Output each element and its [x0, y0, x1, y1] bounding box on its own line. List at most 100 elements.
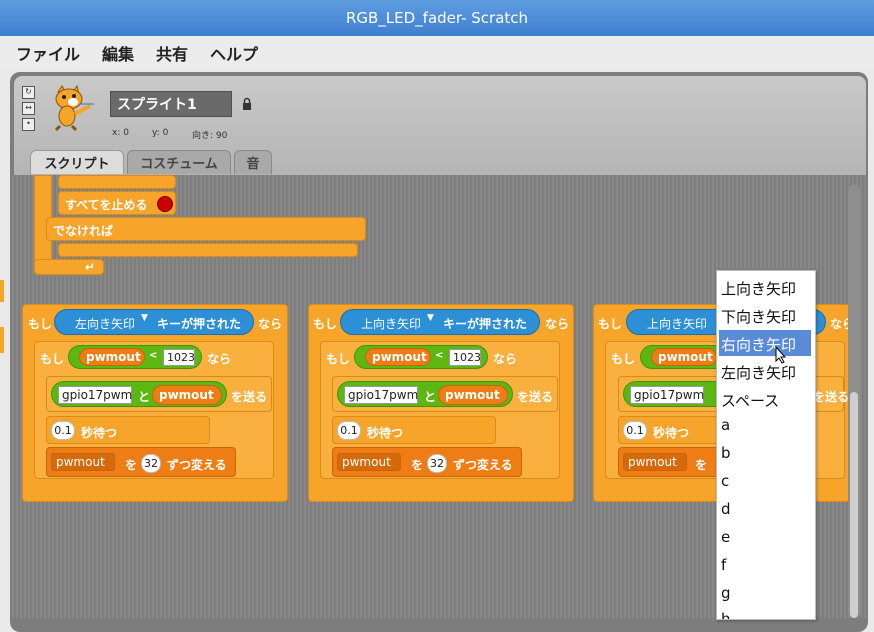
dropdown-item[interactable]: f	[721, 556, 726, 574]
loop-arrow-icon: ↵	[85, 260, 96, 274]
menu-file[interactable]: ファイル	[16, 41, 80, 65]
dropdown-item[interactable]: g	[721, 584, 731, 602]
dropdown-item[interactable]: d	[721, 500, 731, 518]
else-block[interactable]: でなければ	[46, 217, 366, 241]
sprite-direction-readout: 向き: 90	[192, 131, 228, 141]
key-dropdown[interactable]: 左向き矢印	[75, 315, 135, 332]
lt-label: <	[149, 350, 158, 361]
wait-block[interactable]: 0.1 秒待つ	[46, 416, 210, 444]
change-suffix-label: ずつ変える	[167, 458, 227, 472]
dropdown-item[interactable]: 左向き矢印	[721, 362, 796, 383]
else-inner-slot	[58, 243, 358, 257]
pwmout-reporter[interactable]: pwmout	[365, 348, 431, 366]
wait-seconds-input[interactable]: 0.1	[337, 421, 361, 440]
variable-dropdown[interactable]: pwmout	[337, 453, 401, 471]
pwmout-reporter[interactable]: pwmout	[651, 348, 717, 366]
change-by-label: を	[125, 458, 138, 472]
lock-icon[interactable]	[242, 97, 252, 113]
dropdown-item[interactable]: スペース	[721, 390, 779, 411]
and-label: と	[138, 390, 151, 404]
tab-scripts[interactable]: スクリプト	[30, 150, 124, 174]
tab-sounds[interactable]: 音	[234, 150, 272, 174]
left-right-flip-icon[interactable]: ↔	[22, 102, 35, 115]
sprite-cat-thumbnail[interactable]	[46, 84, 94, 132]
stop-all-block[interactable]: すべてを止める	[58, 191, 176, 215]
change-value-input[interactable]: 32	[141, 454, 161, 473]
pwmout-reporter[interactable]: pwmout	[438, 385, 508, 405]
chevron-down-icon: ▼	[141, 313, 148, 323]
broadcast-block[interactable]: gpio17pwm と pwmout を送る	[332, 376, 558, 412]
then-label: なら	[258, 317, 283, 331]
if-else-block-bottom[interactable]: ↵	[34, 259, 104, 275]
lt-label: <	[435, 350, 444, 361]
dropdown-item[interactable]: 下向き矢印	[721, 306, 796, 327]
pwmout-label: pwmout	[445, 388, 500, 402]
pwmout-reporter[interactable]: pwmout	[79, 348, 145, 366]
limit-input[interactable]: 1023	[449, 349, 481, 366]
change-by-label: を	[695, 458, 708, 472]
pwmout-label: pwmout	[342, 455, 391, 469]
wait-label: 秒待つ	[653, 426, 690, 440]
pwmout-label: pwmout	[159, 388, 214, 402]
send-label: を送る	[813, 390, 850, 404]
pwmout-label: pwmout	[628, 455, 677, 469]
sprite-name-field[interactable]: スプライト1	[110, 91, 232, 117]
scripts-scrollbar-thumb[interactable]	[850, 392, 858, 618]
key-dropdown[interactable]: 上向き矢印	[361, 315, 421, 332]
sprite-x-readout: x: 0	[112, 128, 129, 138]
change-value-input[interactable]: 32	[427, 454, 447, 473]
rotate-all-around-icon[interactable]: ↻	[22, 86, 35, 99]
wait-seconds-input[interactable]: 0.1	[623, 421, 647, 440]
change-by-label: を	[411, 458, 424, 472]
palette-edge	[0, 280, 4, 302]
pin-name-input[interactable]: gpio17pwm	[58, 386, 132, 404]
partial-block[interactable]	[58, 175, 176, 189]
pwmout-label: pwmout	[86, 350, 141, 364]
change-variable-block[interactable]: pwmout を 32 ずつ変える	[46, 447, 236, 477]
join-operator[interactable]: gpio17pwm と pwmout	[337, 381, 513, 407]
stop-all-label: すべてを止める	[65, 198, 148, 212]
dropdown-item[interactable]: c	[721, 472, 729, 490]
sprite-y-readout: y: 0	[152, 128, 169, 138]
if-label: もし	[40, 352, 65, 366]
stop-sign-icon	[157, 196, 173, 212]
wait-seconds-input[interactable]: 0.1	[51, 421, 75, 440]
send-label: を送る	[517, 390, 554, 404]
join-operator[interactable]: gpio17pwm と pwmout	[51, 381, 227, 407]
change-suffix-label: ずつ変える	[453, 458, 513, 472]
then-label: なら	[545, 317, 570, 331]
pwmout-reporter[interactable]: pwmout	[152, 385, 222, 405]
send-label: を送る	[231, 390, 268, 404]
window-title: RGB_LED_fader- Scratch	[345, 9, 529, 27]
key-dropdown[interactable]: 上向き矢印	[647, 315, 707, 332]
broadcast-block[interactable]: gpio17pwm と pwmout を送る	[46, 376, 272, 412]
else-label: でなければ	[53, 224, 114, 238]
then-label: なら	[493, 352, 518, 366]
key-pressed-sensor[interactable]: 左向き矢印 ▼ キーが押された	[54, 309, 254, 335]
if-label: もし	[28, 317, 53, 331]
tab-costumes[interactable]: コスチューム	[127, 150, 231, 174]
less-than-operator[interactable]: pwmout < 1023	[68, 345, 202, 369]
window-title-bar: RGB_LED_fader- Scratch	[0, 0, 874, 36]
change-variable-block[interactable]: pwmout を 32 ずつ変える	[332, 447, 522, 477]
menu-help[interactable]: ヘルプ	[210, 41, 258, 65]
wait-label: 秒待つ	[367, 426, 404, 440]
variable-dropdown[interactable]: pwmout	[51, 453, 115, 471]
dropdown-item[interactable]: a	[721, 416, 730, 434]
dropdown-item[interactable]: 上向き矢印	[721, 278, 796, 299]
dropdown-item[interactable]: e	[721, 528, 730, 546]
pin-name-input[interactable]: gpio17pwm	[630, 386, 704, 404]
dont-rotate-icon[interactable]: •	[22, 118, 35, 131]
palette-edge	[0, 327, 4, 353]
dropdown-item[interactable]: h	[721, 610, 731, 619]
limit-input[interactable]: 1023	[163, 349, 195, 366]
less-than-operator[interactable]: pwmout < 1023	[354, 345, 488, 369]
wait-block[interactable]: 0.1 秒待つ	[332, 416, 496, 444]
key-pressed-sensor[interactable]: 上向き矢印 ▼ キーが押された	[340, 309, 540, 335]
menu-share[interactable]: 共有	[156, 41, 188, 65]
then-label: なら	[207, 352, 232, 366]
pin-name-input[interactable]: gpio17pwm	[344, 386, 418, 404]
variable-dropdown[interactable]: pwmout	[623, 453, 687, 471]
menu-edit[interactable]: 編集	[102, 41, 134, 65]
dropdown-item[interactable]: b	[721, 444, 731, 462]
